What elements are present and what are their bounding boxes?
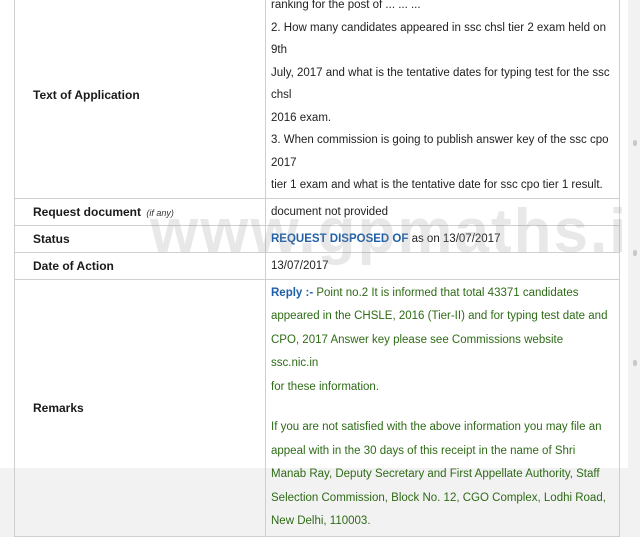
- scrollbar[interactable]: [628, 0, 640, 468]
- status-value: REQUEST DISPOSED OF as on 13/07/2017: [265, 224, 620, 253]
- appeal-line: Manab Ray, Deputy Secretary and First Ap…: [271, 468, 600, 480]
- scroll-marker: [633, 140, 637, 146]
- application-line: 2016 exam.: [271, 111, 332, 124]
- application-line: ranking for the post of ... ... ...: [271, 0, 421, 11]
- appeal-line: Selection Commission, Block No. 12, CGO …: [271, 491, 606, 504]
- remarks-text: Reply :- Point no.2 It is informed that …: [265, 278, 620, 537]
- table-row-request-document: Request document (if any) document not p…: [14, 197, 620, 226]
- table-row-application: Text of Application ranking for the post…: [14, 0, 620, 199]
- date-of-action-label: Date of Action: [14, 251, 266, 280]
- rti-status-table: Text of Application ranking for the post…: [14, 0, 620, 537]
- application-line: tier 1 exam and what is the tentative da…: [271, 179, 603, 191]
- application-line: July, 2017 and what is the tentative dat…: [271, 66, 610, 102]
- appeal-line: appeal with in the 30 days of this recei…: [271, 444, 576, 457]
- request-document-note: (if any): [146, 207, 174, 218]
- request-document-label: Request document (if any): [14, 197, 266, 226]
- table-row-date-of-action: Date of Action 13/07/2017: [14, 251, 620, 280]
- scroll-marker: [633, 360, 637, 366]
- reply-line: for these information.: [271, 380, 380, 393]
- page-frame: Text of Application ranking for the post…: [0, 0, 640, 537]
- status-date: as on 13/07/2017: [408, 232, 501, 245]
- request-document-value: document not provided: [265, 197, 620, 226]
- reply-line: Reply :- Point no.2 It is informed that …: [271, 282, 611, 306]
- reply-line: appeared in the CHSLE, 2016 (Tier-II) an…: [271, 310, 608, 322]
- status-link[interactable]: REQUEST DISPOSED OF: [271, 233, 408, 245]
- table-row-remarks: Remarks Reply :- Point no.2 It is inform…: [14, 278, 620, 537]
- table-row-status: Status REQUEST DISPOSED OF as on 13/07/2…: [14, 224, 620, 253]
- application-line: 3. When commission is going to publish a…: [271, 134, 609, 169]
- reply-line-text: Point no.2 It is informed that total 433…: [313, 286, 579, 299]
- scroll-marker: [633, 250, 637, 256]
- application-text: ranking for the post of ... ... ... 2. H…: [265, 0, 620, 199]
- application-label: Text of Application: [14, 0, 266, 199]
- appeal-line: If you are not satisfied with the above …: [271, 421, 602, 433]
- date-of-action-value: 13/07/2017: [265, 251, 620, 280]
- request-document-label-text: Request document: [33, 204, 142, 219]
- appeal-line: New Delhi, 110003.: [271, 515, 371, 527]
- application-line: 2. How many candidates appeared in ssc c…: [271, 21, 606, 57]
- reply-line: CPO, 2017 Answer key please see Commissi…: [271, 333, 564, 370]
- remarks-label: Remarks: [14, 278, 266, 537]
- reply-label: Reply :-: [271, 286, 314, 299]
- status-label: Status: [14, 224, 266, 253]
